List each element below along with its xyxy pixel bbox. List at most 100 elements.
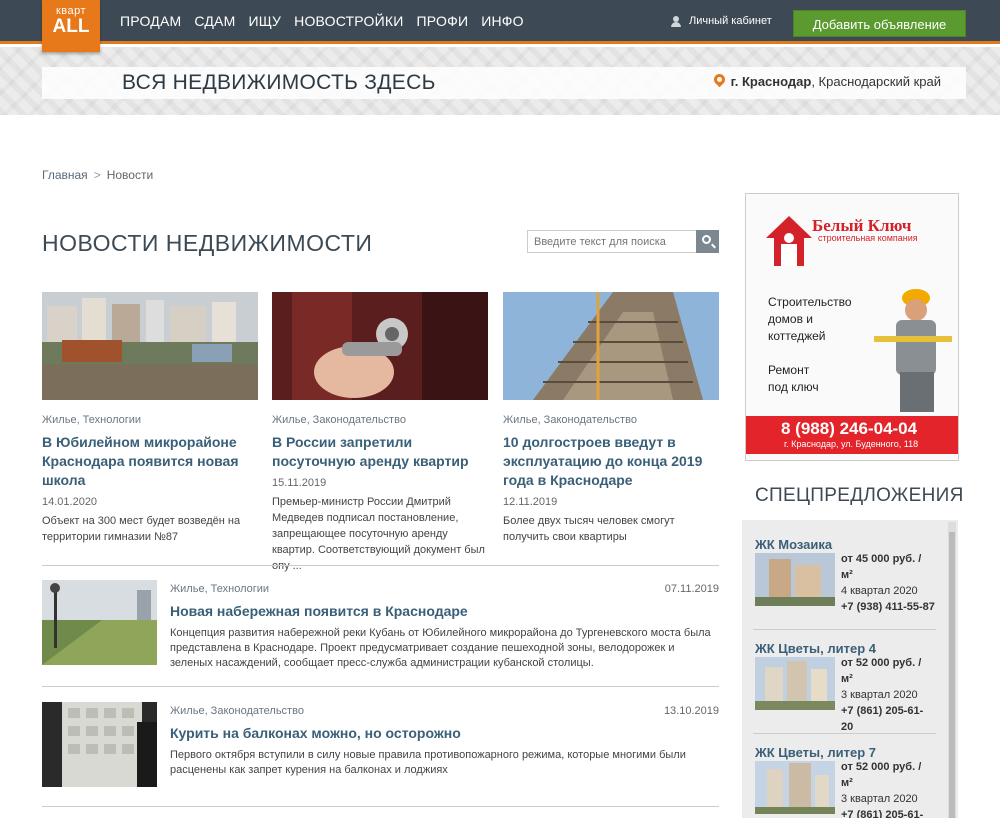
- builder-figure: [874, 289, 952, 412]
- news-category[interactable]: Жилье, Технологии: [42, 414, 258, 426]
- tagline: ВСЯ НЕДВИЖИМОСТЬ ЗДЕСЬ: [122, 71, 436, 94]
- offer-term: 3 квартал 2020: [841, 689, 918, 701]
- search-button[interactable]: [696, 230, 719, 253]
- main-nav: ПРОДАМ СДАМ ИЩУ НОВОСТРОЙКИ ПРОФИ ИНФО: [120, 13, 537, 29]
- news-title[interactable]: В России запретили посуточную аренду ква…: [272, 433, 488, 471]
- breadcrumb-separator: >: [93, 168, 101, 182]
- news-date: 12.11.2019: [503, 496, 558, 508]
- offer-item[interactable]: ЖК Цветы, литер 7 от 52 000 руб. / м² 3 …: [755, 745, 935, 818]
- news-category[interactable]: Жилье, Технологии: [170, 583, 719, 595]
- hero-box: ВСЯ НЕДВИЖИМОСТЬ ЗДЕСЬ г. Краснодар, Кра…: [42, 67, 966, 99]
- offer-phone[interactable]: +7 (861) 205-61-20: [841, 807, 935, 818]
- location-pin-icon: [714, 74, 725, 89]
- news-title[interactable]: 10 долгостроев введут в эксплуатацию до …: [503, 433, 719, 490]
- divider: [42, 565, 719, 566]
- region-name: , Краснодарский край: [811, 74, 941, 89]
- page-title: НОВОСТИ НЕДВИЖИМОСТИ: [42, 230, 373, 256]
- brand-house-logo: [766, 216, 812, 266]
- search-icon: [702, 235, 711, 244]
- ad-banner[interactable]: Белый Ключ строительная компания Строите…: [745, 193, 959, 461]
- city-selector[interactable]: г. Краснодар, Краснодарский край: [714, 74, 941, 89]
- offer-item[interactable]: ЖК Цветы, литер 4 от 52 000 руб. / м² 3 …: [755, 641, 935, 733]
- offer-image[interactable]: [755, 657, 835, 710]
- offer-price: от 52 000 руб. / м²: [841, 761, 922, 789]
- news-list-item[interactable]: Жилье, Законодательство 13.10.2019 Курит…: [42, 702, 719, 792]
- offer-phone[interactable]: +7 (861) 205-61-20: [841, 703, 935, 735]
- logo-top-text: кварт: [55, 5, 87, 17]
- news-category[interactable]: Жилье, Законодательство: [170, 705, 719, 717]
- account-label: Личный кабинет: [689, 15, 772, 27]
- nav-search[interactable]: ИЩУ: [248, 13, 281, 29]
- offer-term: 3 квартал 2020: [841, 793, 918, 805]
- news-list-body: Жилье, Технологии 07.11.2019 Новая набер…: [170, 580, 719, 671]
- offer-price: от 52 000 руб. / м²: [841, 657, 922, 685]
- news-desc: Более двух тысяч человек смогут получить…: [503, 515, 675, 543]
- city-name: г. Краснодар: [730, 74, 812, 89]
- news-category[interactable]: Жилье, Законодательство: [503, 414, 719, 426]
- breadcrumb-current: Новости: [106, 168, 154, 182]
- ad-line: домов и: [768, 312, 814, 326]
- nav-rent[interactable]: СДАМ: [194, 13, 235, 29]
- breadcrumb: Главная > Новости: [42, 168, 153, 182]
- ad-phone[interactable]: 8 (988) 246-04-04: [781, 419, 917, 439]
- offer-phone[interactable]: +7 (938) 411-55-87: [841, 599, 935, 615]
- person-icon: [671, 15, 681, 27]
- special-offers-title: СПЕЦПРЕДЛОЖЕНИЯ: [755, 485, 964, 506]
- news-date: 07.11.2019: [664, 583, 719, 595]
- news-desc: Первого октября вступили в силу новые пр…: [170, 749, 686, 776]
- offer-price: от 45 000 руб. / м²: [841, 553, 922, 581]
- news-date: 15.11.2019: [272, 477, 327, 489]
- news-title[interactable]: Курить на балконах можно, но осторожно: [170, 725, 719, 741]
- news-card[interactable]: Жилье, Законодательство 10 долгостроев в…: [503, 292, 719, 545]
- offer-item[interactable]: ЖК Мозаика от 45 000 руб. / м² 4 квартал…: [755, 537, 935, 613]
- top-navbar: ПРОДАМ СДАМ ИЩУ НОВОСТРОЙКИ ПРОФИ ИНФО Л…: [0, 0, 1000, 44]
- nav-sell[interactable]: ПРОДАМ: [120, 13, 181, 29]
- news-desc: Концепция развития набережной реки Кубан…: [170, 627, 711, 669]
- ad-line: коттеджей: [768, 329, 826, 343]
- nav-info[interactable]: ИНФО: [481, 13, 524, 29]
- ad-text-repair: Ремонт под ключ: [768, 362, 819, 396]
- news-desc: Объект на 300 мест будет возведён на тер…: [42, 515, 241, 543]
- ad-line: под ключ: [768, 380, 819, 394]
- offer-info: от 45 000 руб. / м² 4 квартал 2020 +7 (9…: [841, 551, 935, 615]
- search-input[interactable]: [527, 230, 697, 253]
- account-link[interactable]: Личный кабинет: [671, 15, 772, 27]
- breadcrumb-home[interactable]: Главная: [42, 168, 88, 182]
- news-image-construction[interactable]: [503, 292, 719, 400]
- nav-new-buildings[interactable]: НОВОСТРОЙКИ: [294, 13, 403, 29]
- ad-line: Строительство: [768, 295, 852, 309]
- ad-address: г. Краснодар, ул. Буденного, 118: [784, 439, 919, 449]
- offer-name[interactable]: ЖК Мозаика: [755, 537, 935, 552]
- news-date: 14.01.2020: [42, 496, 98, 508]
- offer-image[interactable]: [755, 553, 835, 606]
- news-thumb-balcony[interactable]: [42, 702, 157, 787]
- site-logo[interactable]: кварт ALL: [42, 0, 100, 52]
- ad-phone-bar: 8 (988) 246-04-04 г. Краснодар, ул. Буде…: [746, 416, 958, 454]
- offer-info: от 52 000 руб. / м² 3 квартал 2020 +7 (8…: [841, 655, 935, 735]
- news-date: 13.10.2019: [663, 705, 719, 717]
- news-title[interactable]: В Юбилейном микрорайоне Краснодара появи…: [42, 433, 258, 490]
- ad-brand-sub: строительная компания: [818, 233, 918, 243]
- news-card[interactable]: Жилье, Технологии В Юбилейном микрорайон…: [42, 292, 258, 545]
- offer-image[interactable]: [755, 761, 835, 814]
- offers-scrollbar[interactable]: [948, 522, 956, 818]
- offer-term: 4 квартал 2020: [841, 585, 918, 597]
- offer-name[interactable]: ЖК Цветы, литер 7: [755, 745, 935, 760]
- news-thumb-embankment[interactable]: [42, 580, 157, 665]
- news-title[interactable]: Новая набережная появится в Краснодаре: [170, 603, 719, 619]
- news-image-keys[interactable]: [272, 292, 488, 400]
- offer-name[interactable]: ЖК Цветы, литер 4: [755, 641, 935, 656]
- news-image-school[interactable]: [42, 292, 258, 400]
- logo-bottom-text: ALL: [52, 16, 90, 37]
- offer-info: от 52 000 руб. / м² 3 квартал 2020 +7 (8…: [841, 759, 935, 818]
- ad-line: Ремонт: [768, 363, 810, 377]
- news-list-item[interactable]: Жилье, Технологии 07.11.2019 Новая набер…: [42, 580, 719, 670]
- divider: [42, 686, 719, 687]
- offer-divider: [753, 733, 936, 734]
- news-card[interactable]: Жилье, Законодательство В России запрети…: [272, 292, 488, 574]
- nav-pro[interactable]: ПРОФИ: [417, 13, 469, 29]
- news-category[interactable]: Жилье, Законодательство: [272, 414, 488, 426]
- scrollbar-thumb[interactable]: [949, 532, 955, 818]
- add-listing-button[interactable]: Добавить объявление: [793, 10, 966, 37]
- hero-banner: ВСЯ НЕДВИЖИМОСТЬ ЗДЕСЬ г. Краснодар, Кра…: [0, 47, 1000, 115]
